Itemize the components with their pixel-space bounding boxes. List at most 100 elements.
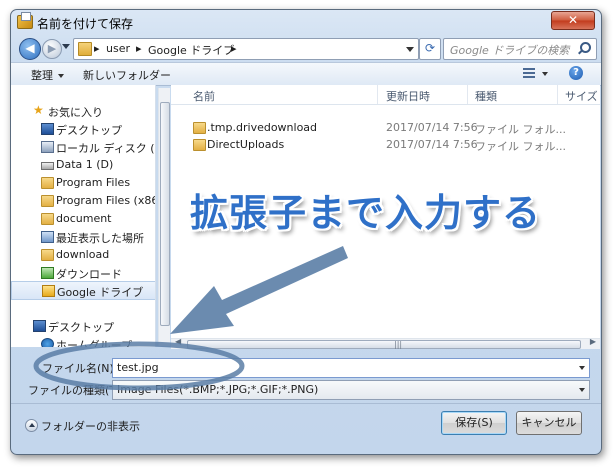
sidebar-item-label: 最近表示した場所 xyxy=(56,232,144,245)
filetype-label: ファイルの種類(T): xyxy=(28,384,125,397)
file-row[interactable]: DirectUploads 2017/07/14 7:56 ファイル フォル..… xyxy=(171,136,600,153)
chevron-down-icon[interactable] xyxy=(542,72,548,76)
breadcrumb-google-drive[interactable]: Google ドライブ xyxy=(148,42,234,58)
download-icon xyxy=(41,267,54,279)
file-name: .tmp.drivedownload xyxy=(207,121,318,134)
breadcrumb-separator[interactable]: ▸ xyxy=(94,42,100,55)
folder-icon xyxy=(41,177,54,189)
chevron-down-icon[interactable] xyxy=(579,366,585,370)
title-bar: 名前を付けて保存 ✕ xyxy=(11,10,601,34)
address-dropdown-icon[interactable] xyxy=(406,47,414,52)
divider xyxy=(11,403,601,404)
breadcrumb-user[interactable]: user xyxy=(106,42,130,55)
file-name: DirectUploads xyxy=(207,138,285,151)
sidebar-item-homegroup[interactable]: ホームグループ xyxy=(11,335,155,347)
back-button[interactable]: ◀ xyxy=(19,38,41,60)
new-folder-button[interactable]: 新しいフォルダー xyxy=(83,67,171,83)
filetype-select[interactable]: Image Files(*.BMP;*.JPG;*.GIF;*.PNG) xyxy=(112,380,590,400)
column-divider[interactable] xyxy=(377,85,378,104)
sidebar-item-download[interactable]: download xyxy=(11,246,155,263)
sidebar-item-program-files[interactable]: Program Files xyxy=(11,174,155,191)
close-button[interactable]: ✕ xyxy=(551,11,595,30)
sidebar-item-data-d[interactable]: Data 1 (D) xyxy=(11,156,155,173)
column-header-modified[interactable]: 更新日時 xyxy=(386,88,430,104)
breadcrumb-separator[interactable]: ▸ xyxy=(136,42,142,55)
filename-value[interactable]: test.jpg xyxy=(117,361,159,374)
breadcrumb-separator[interactable]: ▸ xyxy=(231,42,237,55)
sidebar-item-desktop-root[interactable]: デスクトップ xyxy=(11,317,155,334)
scrollbar-thumb[interactable]: ||| xyxy=(187,340,581,349)
chevron-down-icon[interactable] xyxy=(579,388,585,392)
hide-folders-label: フォルダーの非表示 xyxy=(41,420,140,433)
sidebar-item-downloads[interactable]: ダウンロード xyxy=(11,264,155,281)
column-header-type[interactable]: 種類 xyxy=(475,88,497,104)
sidebar-item-label: ホームグループ xyxy=(56,339,133,347)
file-list-scrollbar[interactable]: ◀ ||| ▶ xyxy=(171,337,600,349)
sidebar-item-label: Program Files (x86) xyxy=(56,194,156,207)
chevron-up-icon xyxy=(25,419,38,432)
filename-field[interactable]: test.jpg xyxy=(112,358,590,378)
scroll-right-icon[interactable]: ▶ xyxy=(590,337,596,346)
address-bar[interactable]: ▸ user ▸ Google ドライブ ▸ xyxy=(73,38,419,60)
column-header-name[interactable]: 名前 xyxy=(193,88,215,104)
google-drive-icon xyxy=(42,285,55,297)
sidebar-item-desktop[interactable]: デスクトップ xyxy=(11,120,155,137)
organize-label: 整理 xyxy=(31,69,53,82)
chevron-down-icon xyxy=(58,74,64,78)
sidebar-item-label: download xyxy=(56,248,110,261)
sidebar-item-label: Google ドライブ xyxy=(57,286,144,299)
save-dialog-icon xyxy=(17,12,33,29)
folder-icon xyxy=(78,42,92,56)
folder-icon xyxy=(193,139,206,151)
sidebar-item-label: ローカル ディスク (C) xyxy=(56,142,156,155)
folder-icon xyxy=(41,249,54,261)
annotation-text: 拡張子まで入力する xyxy=(190,191,542,235)
sidebar-item-label: ダウンロード xyxy=(56,268,122,281)
sidebar-item-label: Program Files xyxy=(56,176,131,189)
sidebar-item-document[interactable]: document xyxy=(11,210,155,227)
sidebar-item-label: Data 1 (D) xyxy=(56,158,114,171)
folder-icon xyxy=(41,213,54,225)
forward-button[interactable]: ▶ xyxy=(42,39,62,59)
file-modified: 2017/07/14 7:56 xyxy=(386,138,478,151)
navigation-bar: ◀ ▶ ▸ user ▸ Google ドライブ ▸ ⟳ Google ドライブ… xyxy=(11,34,601,62)
sidebar-item-recent-places[interactable]: 最近表示した場所 xyxy=(11,228,155,245)
column-header-size[interactable]: サイズ xyxy=(565,88,598,104)
history-dropdown-icon[interactable] xyxy=(62,44,70,49)
homegroup-icon xyxy=(41,338,54,347)
drive-icon xyxy=(41,162,54,170)
column-divider[interactable] xyxy=(467,85,468,104)
cancel-button[interactable]: キャンセル xyxy=(516,411,582,435)
command-bar: 整理 新しいフォルダー ? xyxy=(11,62,601,86)
scrollbar-thumb[interactable] xyxy=(160,102,170,326)
search-input[interactable]: Google ドライブの検索 xyxy=(450,42,569,58)
file-type: ファイル フォル... xyxy=(475,123,566,136)
grip-icon: ||| xyxy=(394,340,403,349)
save-button[interactable]: 保存(S) xyxy=(441,411,507,435)
scroll-left-icon[interactable]: ◀ xyxy=(175,337,181,346)
sidebar-item-label: デスクトップ xyxy=(48,321,114,334)
local-disk-icon xyxy=(41,141,54,153)
sidebar-item-favorites[interactable]: ★ お気に入り xyxy=(11,102,155,119)
column-header-row: 名前 更新日時 種類 サイズ xyxy=(171,85,600,105)
organize-menu[interactable]: 整理 xyxy=(31,67,64,83)
filetype-value[interactable]: Image Files(*.BMP;*.JPG;*.GIF;*.PNG) xyxy=(117,383,318,396)
sidebar-item-local-disk-c[interactable]: ローカル ディスク (C) xyxy=(11,138,155,155)
search-icon[interactable] xyxy=(580,42,591,53)
file-row[interactable]: .tmp.drivedownload 2017/07/14 7:56 ファイル … xyxy=(171,119,600,136)
sidebar-item-google-drive[interactable]: Google ドライブ xyxy=(11,281,155,300)
search-box[interactable]: Google ドライブの検索 xyxy=(443,38,597,60)
sidebar-item-program-files-x86[interactable]: Program Files (x86) xyxy=(11,192,155,209)
refresh-button[interactable]: ⟳ xyxy=(419,38,441,60)
recent-places-icon xyxy=(41,231,54,243)
desktop-icon xyxy=(33,320,46,332)
dialog-title: 名前を付けて保存 xyxy=(37,17,134,31)
filename-label: ファイル名(N): xyxy=(42,362,118,375)
folder-icon xyxy=(193,122,206,134)
folder-icon xyxy=(41,195,54,207)
column-divider[interactable] xyxy=(557,85,558,104)
file-type: ファイル フォル... xyxy=(475,140,566,153)
view-options-icon[interactable] xyxy=(523,68,535,78)
help-icon[interactable]: ? xyxy=(569,66,583,80)
navigation-pane-scrollbar[interactable] xyxy=(158,88,170,346)
